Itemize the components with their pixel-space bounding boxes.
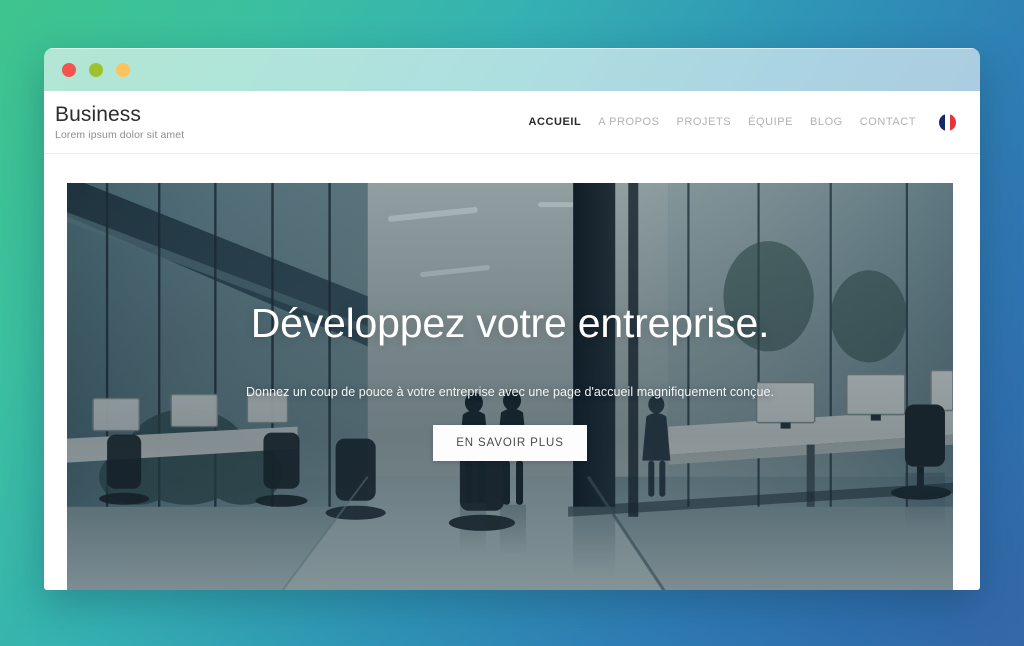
hero-banner: Développez votre entreprise. Donnez un c… (67, 183, 953, 590)
brand-subtitle: Lorem ipsum dolor sit amet (55, 129, 185, 142)
close-button[interactable] (62, 63, 76, 77)
main-navigation: ACCUEIL A PROPOS PROJETS ÉQUIPE BLOG CON… (529, 113, 956, 131)
hero-content: Développez votre entreprise. Donnez un c… (67, 183, 953, 590)
browser-window: Business Lorem ipsum dolor sit amet ACCU… (44, 48, 980, 590)
minimize-button[interactable] (89, 63, 103, 77)
nav-item-a-propos[interactable]: A PROPOS (598, 116, 659, 128)
site-header: Business Lorem ipsum dolor sit amet ACCU… (44, 91, 980, 154)
brand-title: Business (55, 102, 142, 126)
maximize-button[interactable] (116, 63, 130, 77)
window-titlebar (44, 48, 980, 91)
hero-subtitle: Donnez un coup de pouce à votre entrepri… (245, 385, 774, 400)
nav-item-contact[interactable]: CONTACT (860, 116, 916, 128)
hero-section: Développez votre entreprise. Donnez un c… (44, 154, 980, 590)
nav-item-projets[interactable]: PROJETS (677, 116, 732, 128)
france-flag-icon[interactable] (939, 113, 956, 131)
brand[interactable]: Business Lorem ipsum dolor sit amet (55, 103, 184, 141)
nav-item-equipe[interactable]: ÉQUIPE (748, 116, 793, 128)
nav-item-accueil[interactable]: ACCUEIL (529, 116, 582, 128)
nav-item-blog[interactable]: BLOG (810, 116, 843, 128)
hero-title: Développez votre entreprise. (250, 300, 770, 346)
learn-more-button[interactable]: EN SAVOIR PLUS (433, 425, 587, 462)
website-page: Business Lorem ipsum dolor sit amet ACCU… (44, 91, 980, 590)
